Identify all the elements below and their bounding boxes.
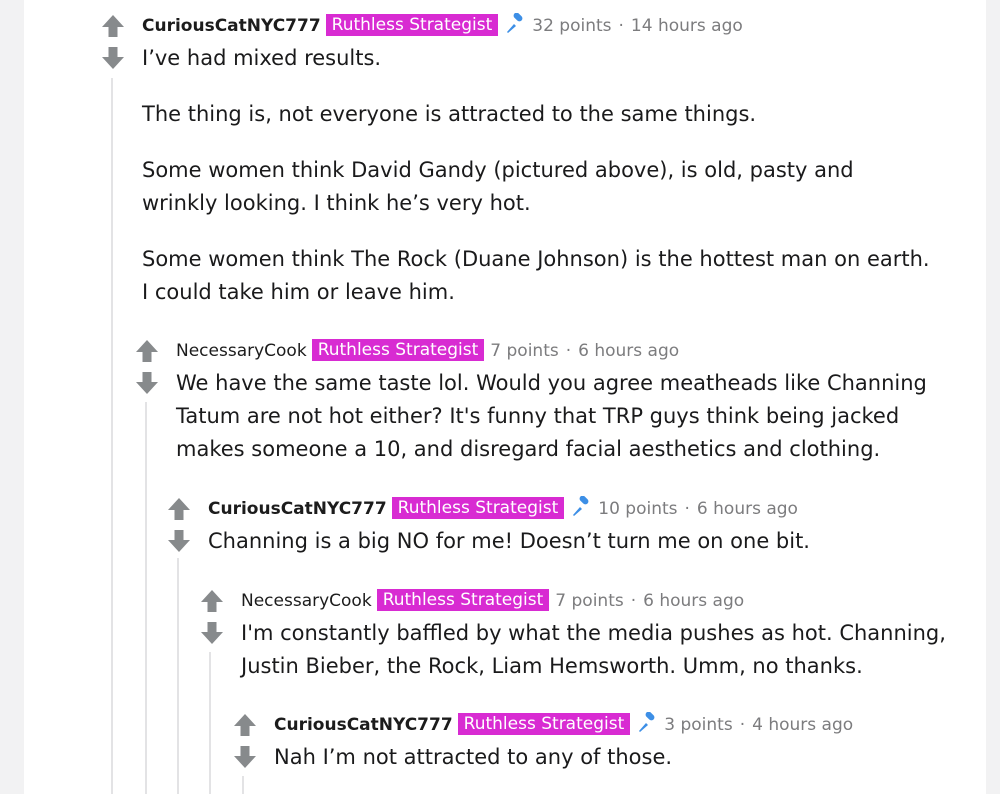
comment-timestamp[interactable]: 6 hours ago	[578, 341, 679, 361]
thread-line	[111, 78, 113, 794]
page-margin-right	[986, 0, 1000, 794]
thread-line	[177, 558, 179, 794]
username-link[interactable]: NecessaryCook	[241, 591, 372, 611]
thread-line	[145, 402, 147, 794]
comment-timestamp[interactable]: 6 hours ago	[643, 591, 744, 611]
comment-paragraph: We have the same taste lol. Would you ag…	[176, 371, 927, 461]
comment-points: 32 points	[532, 16, 612, 36]
comment-text: We have the same taste lol. Would you ag…	[176, 367, 940, 466]
comment-points: 7 points	[555, 591, 624, 611]
comment-paragraph: The thing is, not everyone is attracted …	[142, 102, 757, 126]
comment-timestamp[interactable]: 14 hours ago	[631, 16, 743, 36]
microphone-icon	[636, 711, 658, 734]
comment-body: CuriousCatNYC777 Ruthless Strategist 3 poi…	[274, 711, 960, 774]
comment-points: 7 points	[490, 341, 559, 361]
comment-meta: CuriousCatNYC777 Ruthless Strategist 3 poi…	[274, 711, 960, 738]
username-link[interactable]: NecessaryCook	[176, 341, 307, 361]
comment-meta: CuriousCatNYC777 Ruthless Strategist 32 po…	[142, 12, 930, 39]
comment-paragraph: Some women think David Gandy (pictured a…	[142, 158, 854, 215]
username-link[interactable]: CuriousCatNYC777	[142, 16, 321, 36]
comment-body: CuriousCatNYC777 Ruthless Strategist 32 po…	[142, 12, 930, 309]
username-link[interactable]: CuriousCatNYC777	[208, 499, 387, 519]
meta-separator: ·	[630, 591, 637, 611]
comment-points: 3 points	[664, 715, 733, 735]
comment-body: NecessaryCook Ruthless Strategist 7 points…	[176, 338, 940, 466]
user-flair: Ruthless Strategist	[325, 14, 499, 36]
comment-text: I’ve had mixed results. The thing is, no…	[142, 42, 930, 309]
arrow-up-icon[interactable]	[134, 338, 160, 364]
comment-timestamp[interactable]: 4 hours ago	[752, 715, 853, 735]
thread-line	[242, 776, 244, 794]
comment-paragraph: Some women think The Rock (Duane Johnson…	[142, 247, 930, 304]
arrow-up-icon[interactable]	[100, 13, 126, 39]
comment-timestamp[interactable]: 6 hours ago	[697, 499, 798, 519]
user-flair: Ruthless Strategist	[311, 339, 485, 361]
user-flair: Ruthless Strategist	[457, 713, 631, 735]
comment-paragraph: Nah I’m not attracted to any of those.	[274, 745, 673, 769]
vote-controls	[100, 13, 126, 71]
meta-separator: ·	[565, 341, 572, 361]
comment-meta: NecessaryCook Ruthless Strategist 7 points…	[176, 338, 940, 364]
vote-controls	[199, 588, 225, 646]
comment-points: 10 points	[598, 499, 678, 519]
arrow-up-icon[interactable]	[232, 712, 258, 738]
microphone-icon	[504, 12, 526, 35]
arrow-up-icon[interactable]	[166, 496, 192, 522]
comment-paragraph: I’ve had mixed results.	[142, 46, 382, 70]
vote-controls	[232, 712, 258, 770]
arrow-up-icon[interactable]	[199, 588, 225, 614]
arrow-down-icon[interactable]	[232, 744, 258, 770]
arrow-down-icon[interactable]	[134, 370, 160, 396]
meta-separator: ·	[739, 715, 746, 735]
username-link[interactable]: CuriousCatNYC777	[274, 715, 453, 735]
comment-paragraph: Channing is a big NO for me! Doesn’t tur…	[208, 529, 810, 553]
vote-controls	[134, 338, 160, 396]
comment-body: CuriousCatNYC777 Ruthless Strategist 10 po…	[208, 495, 960, 558]
vote-controls	[166, 496, 192, 554]
comment-text: I'm constantly baffled by what the media…	[241, 617, 960, 683]
thread-line	[209, 652, 211, 794]
page-margin-left	[0, 0, 24, 794]
comment-meta: CuriousCatNYC777 Ruthless Strategist 10 po…	[208, 495, 960, 522]
arrow-down-icon[interactable]	[100, 45, 126, 71]
arrow-down-icon[interactable]	[166, 528, 192, 554]
comment-meta: NecessaryCook Ruthless Strategist 7 points…	[241, 588, 960, 614]
comment-text: Nah I’m not attracted to any of those.	[274, 741, 960, 774]
user-flair: Ruthless Strategist	[391, 497, 565, 519]
comment-text: Channing is a big NO for me! Doesn’t tur…	[208, 525, 960, 558]
comment-body: NecessaryCook Ruthless Strategist 7 points…	[241, 588, 960, 683]
microphone-icon	[570, 495, 592, 518]
meta-separator: ·	[618, 16, 624, 36]
meta-separator: ·	[684, 499, 690, 519]
user-flair: Ruthless Strategist	[376, 589, 550, 611]
arrow-down-icon[interactable]	[199, 620, 225, 646]
comment-paragraph: I'm constantly baffled by what the media…	[241, 621, 946, 678]
